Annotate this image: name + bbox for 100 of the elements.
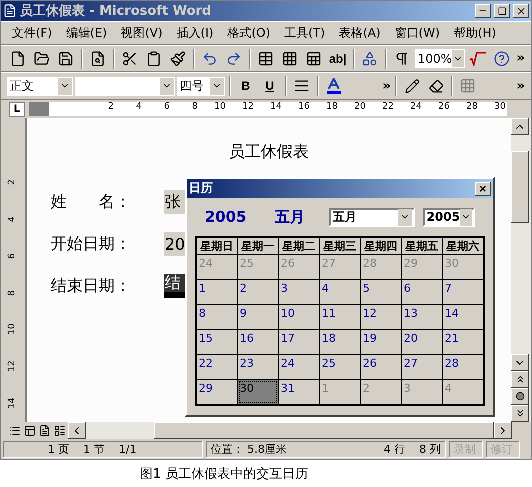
scroll-thumb[interactable]: [511, 151, 529, 223]
calendar-day[interactable]: 5: [361, 280, 401, 304]
calendar-day[interactable]: 23: [238, 355, 278, 379]
month-heading: 五月: [274, 208, 305, 226]
document-title: 员工休假表: [229, 142, 310, 163]
calendar-day[interactable]: 17: [279, 330, 319, 354]
calendar-day[interactable]: 28: [443, 355, 483, 379]
calendar-day[interactable]: 26: [361, 355, 401, 379]
weekday-header: 星期二: [279, 238, 319, 254]
calendar-day[interactable]: 20: [402, 330, 442, 354]
calendar-day[interactable]: 25: [320, 355, 360, 379]
weekday-header: 星期四: [361, 238, 401, 254]
bold-button[interactable]: B: [235, 75, 257, 97]
close-button[interactable]: ×: [475, 182, 491, 196]
close-icon: [516, 6, 526, 16]
menu-item[interactable]: 格式(O): [222, 22, 276, 44]
ruler-number: 6: [6, 253, 19, 260]
scroll-up-button[interactable]: [511, 118, 529, 135]
calendar-day[interactable]: 12: [361, 305, 401, 329]
calendar-day[interactable]: 30: [238, 380, 278, 404]
calendar-day[interactable]: 2: [238, 280, 278, 304]
calendar-day[interactable]: 16: [238, 330, 278, 354]
minimize-button[interactable]: [475, 4, 491, 18]
calendar-day[interactable]: 21: [443, 330, 483, 354]
menu-item[interactable]: 工具(T): [280, 22, 330, 44]
maximize-icon: [498, 6, 506, 16]
ruler-number: 12: [242, 102, 255, 114]
form-field[interactable]: 结: [164, 274, 186, 298]
calendar-day[interactable]: 9: [238, 305, 278, 329]
horizontal-scrollbar[interactable]: [86, 422, 494, 439]
paintbrush-icon: [170, 50, 186, 66]
ruler-number: 16: [298, 102, 311, 114]
tab-stop-button[interactable]: L: [9, 102, 25, 116]
month-select[interactable]: 五月: [328, 208, 415, 226]
help-icon: [494, 50, 510, 66]
year-heading: 2005: [205, 208, 247, 226]
calendar-day[interactable]: 3: [279, 280, 319, 304]
menu-item[interactable]: 插入(I): [172, 22, 219, 44]
previous-page-button[interactable]: [511, 371, 529, 388]
ruler-number: 4: [135, 102, 143, 114]
menu-item[interactable]: 表格(A): [334, 22, 386, 44]
more-tools-button[interactable]: »: [516, 51, 525, 66]
calendar-day[interactable]: 7: [443, 280, 483, 304]
print-preview-icon: [90, 50, 106, 66]
calendar-day[interactable]: 6: [402, 280, 442, 304]
calendar-day[interactable]: 22: [197, 355, 237, 379]
calendar-day[interactable]: 4: [320, 280, 360, 304]
calendar-day[interactable]: 24: [279, 355, 319, 379]
scroll-right-button[interactable]: [494, 422, 512, 439]
calendar-day[interactable]: 14: [443, 305, 483, 329]
folder-icon: [34, 50, 50, 66]
status-text: 1 节: [84, 442, 105, 456]
maximize-button[interactable]: [494, 4, 510, 18]
form-label: 结束日期：: [51, 276, 132, 296]
size-select[interactable]: 四号: [177, 76, 225, 96]
status-text: 1 页: [48, 442, 70, 456]
calendar-day[interactable]: 19: [361, 330, 401, 354]
shapes-icon: [362, 50, 378, 66]
calendar-day[interactable]: 13: [402, 305, 442, 329]
style-select[interactable]: 正文: [7, 76, 73, 96]
grid-icon: [460, 78, 476, 94]
next-page-button[interactable]: [511, 405, 529, 422]
calendar-day[interactable]: 27: [402, 355, 442, 379]
close-button[interactable]: [513, 4, 529, 18]
menu-item[interactable]: 窗口(W): [390, 22, 446, 44]
status-text: 位置： 5.8厘米: [211, 442, 287, 456]
calendar-day[interactable]: 8: [197, 305, 237, 329]
calendar-day[interactable]: 10: [279, 305, 319, 329]
form-field[interactable]: 20: [164, 232, 186, 256]
calendar-day[interactable]: 18: [320, 330, 360, 354]
browse-object-button[interactable]: [511, 388, 529, 405]
new-document-icon: [10, 50, 26, 66]
underline-button[interactable]: U: [259, 75, 281, 97]
menu-item[interactable]: 编辑(E): [61, 22, 112, 44]
form-field[interactable]: 张: [164, 190, 186, 214]
ruler-number: 26: [438, 102, 451, 114]
calendar-day[interactable]: 29: [197, 380, 237, 404]
calendar-day[interactable]: 11: [320, 305, 360, 329]
menu-item[interactable]: 帮助(H): [449, 22, 502, 44]
weekday-header: 星期日: [197, 238, 237, 254]
calendar-day[interactable]: 1: [197, 280, 237, 304]
form-field-button[interactable]: ab|: [327, 48, 349, 70]
ruler-number: 10: [6, 324, 19, 336]
eraser-icon: [428, 78, 444, 94]
vertical-scrollbar[interactable]: [511, 118, 531, 422]
calendar-day[interactable]: 31: [279, 380, 319, 404]
scroll-down-button[interactable]: [511, 354, 529, 371]
ruler-number: 6: [163, 102, 171, 114]
scroll-left-button[interactable]: [68, 422, 86, 439]
ruler-number: 28: [466, 102, 479, 114]
more-format-button[interactable]: »: [382, 78, 391, 94]
menu-item[interactable]: 文件(F): [7, 22, 58, 44]
menu-item[interactable]: 视图(V): [116, 22, 168, 44]
year-select[interactable]: 2005: [422, 208, 475, 226]
calendar-day[interactable]: 15: [197, 330, 237, 354]
more-table-button[interactable]: »: [516, 78, 525, 94]
zoom-select[interactable]: 100%: [415, 49, 465, 68]
window-title: 员工休假表 - Microsoft Word: [20, 3, 212, 20]
scroll-thumb[interactable]: [154, 422, 494, 439]
status-text: 1/1: [119, 442, 137, 456]
